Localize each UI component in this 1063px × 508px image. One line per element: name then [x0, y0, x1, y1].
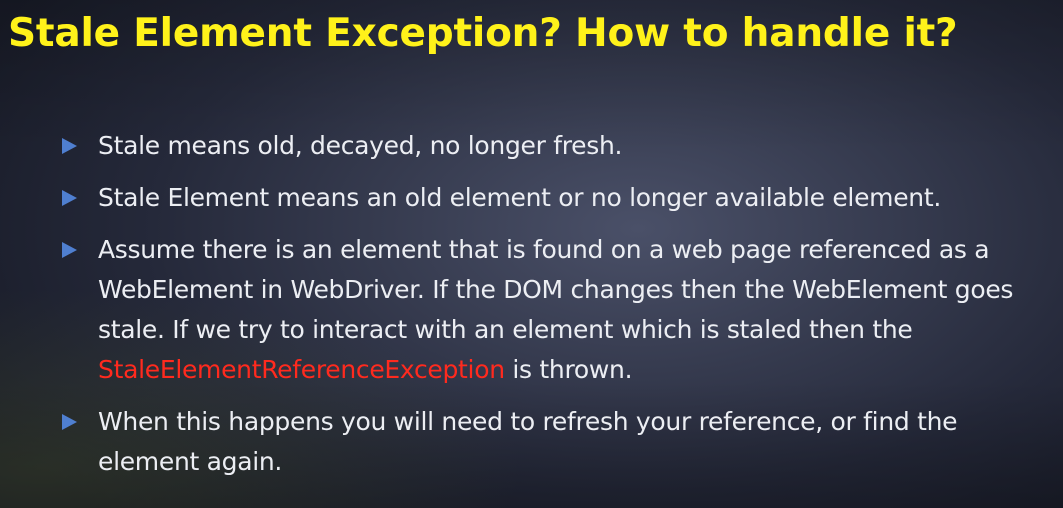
- triangle-right-icon: [62, 242, 77, 258]
- exception-name-highlight: StaleElementReferenceException: [98, 355, 505, 384]
- bullet-text-after: is thrown.: [504, 355, 633, 384]
- bullet-text: Stale means old, decayed, no longer fres…: [98, 131, 623, 160]
- bullet-item: Assume there is an element that is found…: [62, 230, 1042, 390]
- bullet-item: When this happens you will need to refre…: [62, 402, 1042, 482]
- slide-title: Stale Element Exception? How to handle i…: [8, 11, 958, 56]
- bullet-text: When this happens you will need to refre…: [98, 407, 958, 476]
- triangle-right-icon: [62, 414, 77, 430]
- bullet-text: Assume there is an element that is found…: [98, 235, 1013, 384]
- triangle-right-icon: [62, 138, 77, 154]
- bullet-item: Stale Element means an old element or no…: [62, 178, 1042, 218]
- bullet-item: Stale means old, decayed, no longer fres…: [62, 126, 1042, 166]
- bullet-list: Stale means old, decayed, no longer fres…: [62, 126, 1042, 494]
- bullet-text: Stale Element means an old element or no…: [98, 183, 941, 212]
- bullet-text-before: Assume there is an element that is found…: [98, 235, 1014, 344]
- triangle-right-icon: [62, 190, 77, 206]
